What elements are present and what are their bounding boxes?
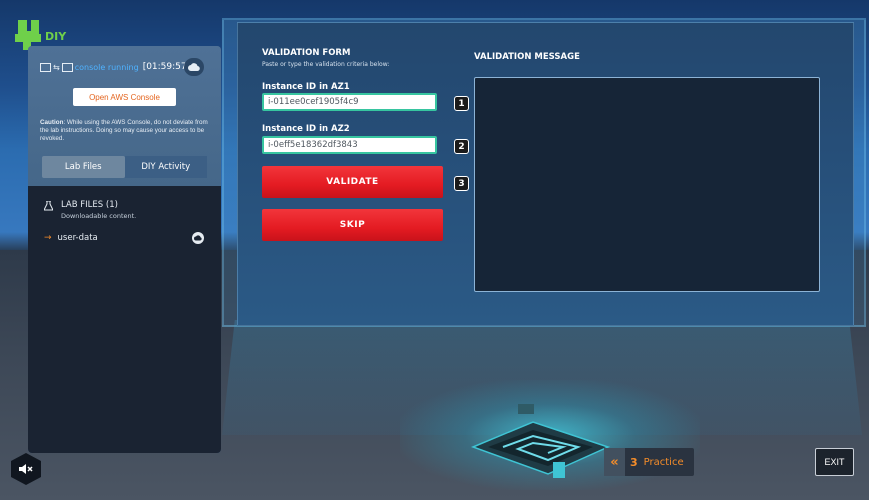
arrow-right-icon: → bbox=[44, 233, 52, 243]
console-section: ⇆ console running [01:59:57] Open AWS Co… bbox=[28, 46, 221, 186]
lab-files-section: LAB FILES (1) Downloadable content. → us… bbox=[28, 186, 221, 453]
az2-instance-input[interactable] bbox=[262, 136, 437, 154]
caution-notice: Caution: While using the AWS Console, do… bbox=[40, 119, 212, 143]
chevron-left-double-icon: « bbox=[604, 448, 625, 476]
lab-files-subtitle: Downloadable content. bbox=[61, 212, 137, 220]
console-running-label: console running bbox=[74, 62, 139, 72]
skip-button[interactable]: SKIP bbox=[262, 209, 443, 241]
validation-message-title: VALIDATION MESSAGE bbox=[474, 52, 580, 62]
lab-sidebar: ⇆ console running [01:59:57] Open AWS Co… bbox=[28, 46, 221, 453]
file-name[interactable]: user-data bbox=[58, 233, 192, 243]
download-button[interactable] bbox=[192, 232, 204, 244]
tab-lab-files[interactable]: Lab Files bbox=[42, 156, 125, 178]
cloud-sync-button[interactable] bbox=[184, 58, 204, 76]
console-status: ⇆ console running [01:59:57] bbox=[40, 60, 190, 74]
flask-icon bbox=[44, 201, 53, 211]
open-aws-console-button[interactable]: Open AWS Console bbox=[73, 88, 176, 106]
step-badge-1: 1 bbox=[454, 96, 469, 111]
window-icon bbox=[40, 62, 51, 72]
az2-field-label: Instance ID in AZ2 bbox=[262, 124, 350, 134]
practice-button[interactable]: « 3 Practice bbox=[604, 448, 694, 476]
lab-files-title: LAB FILES (1) bbox=[61, 200, 118, 210]
tab-diy-activity[interactable]: DIY Activity bbox=[124, 156, 207, 178]
brand-label: DIY bbox=[45, 30, 67, 43]
cloud-download-icon bbox=[194, 235, 202, 241]
az1-instance-input[interactable] bbox=[262, 93, 437, 111]
link-arrows-icon: ⇆ bbox=[53, 62, 60, 72]
caution-label: Caution bbox=[40, 119, 64, 126]
file-item[interactable]: → user-data bbox=[44, 231, 204, 245]
maze-platform-graphic bbox=[470, 404, 611, 478]
practice-number: 3 bbox=[630, 455, 638, 469]
az1-field-label: Instance ID in AZ1 bbox=[262, 82, 350, 92]
validate-button[interactable]: VALIDATE bbox=[262, 166, 443, 198]
validation-message-box bbox=[474, 77, 820, 292]
practice-label: Practice bbox=[643, 456, 684, 468]
step-badge-2: 2 bbox=[454, 139, 469, 154]
exit-button[interactable]: EXIT bbox=[815, 448, 854, 476]
caution-text: : While using the AWS Console, do not de… bbox=[40, 119, 208, 142]
sidebar-tabs: Lab Files DIY Activity bbox=[42, 156, 207, 178]
validation-form-title: VALIDATION FORM bbox=[262, 48, 351, 58]
cloud-icon bbox=[188, 62, 200, 71]
speaker-muted-icon bbox=[19, 464, 33, 474]
validation-form-subtitle: Paste or type the validation criteria be… bbox=[262, 61, 390, 68]
window-icon bbox=[61, 62, 73, 72]
step-badge-3: 3 bbox=[454, 176, 469, 191]
